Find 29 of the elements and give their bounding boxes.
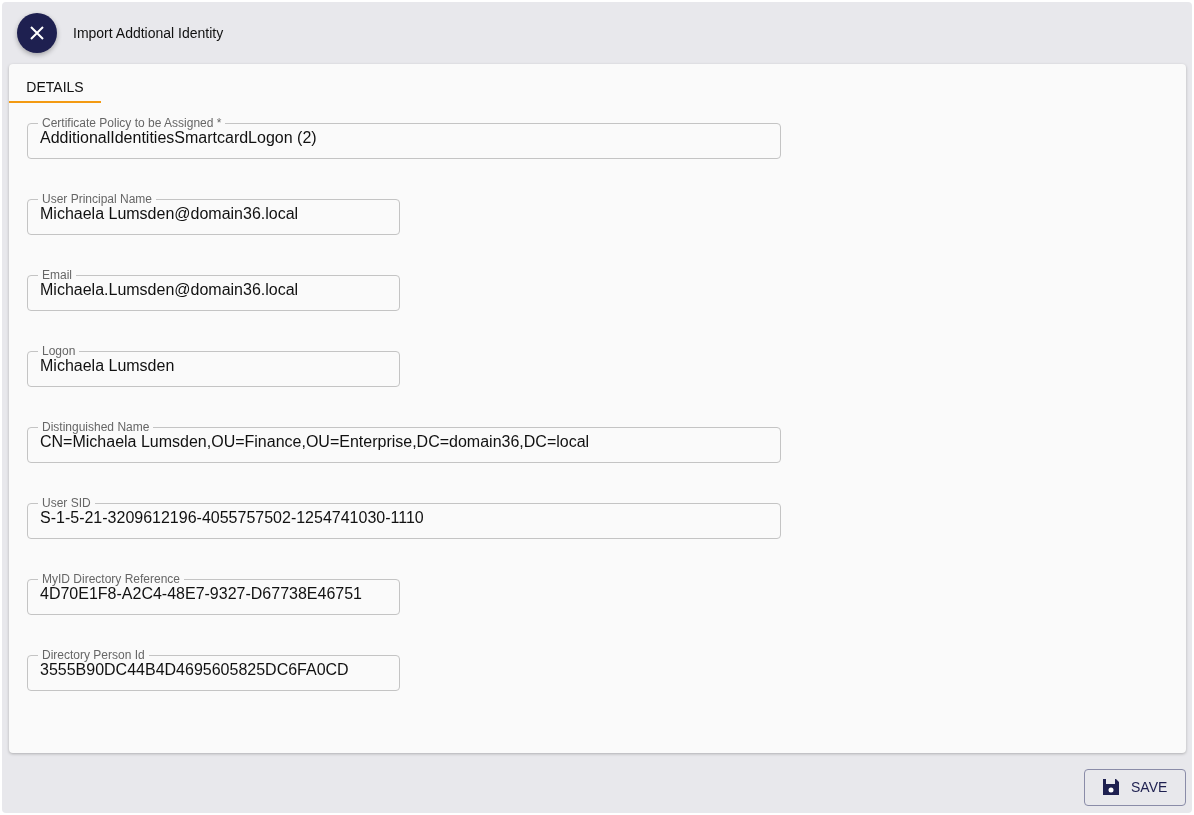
close-button[interactable] — [17, 13, 57, 53]
field-input[interactable]: S-1-5-21-3209612196-4055757502-1254741030-1110 — [40, 509, 768, 531]
text-field[interactable]: Directory Person Id 3555B90DC44B4D4695605825DC6FA0CD — [27, 649, 400, 691]
field-input[interactable]: 3555B90DC44B4D4695605825DC6FA0CD — [40, 661, 387, 683]
field-input[interactable]: CN=Michaela Lumsden,OU=Finance,OU=Enterprise,DC=domain36,DC=local — [40, 433, 768, 455]
text-field[interactable]: Certificate Policy to be Assigned * AdditionalIdentitiesSmartcardLogon (2) — [27, 117, 781, 159]
field-label: Logon — [41, 345, 77, 357]
text-field[interactable]: Distinguished Name CN=Michaela Lumsden,OU=Finance,OU=Enterprise,DC=domain36,DC=local — [27, 421, 781, 463]
text-field[interactable]: Logon Michaela Lumsden — [27, 345, 400, 387]
field-input[interactable]: Michaela Lumsden — [40, 357, 387, 379]
field-label: User Principal Name — [41, 193, 154, 205]
field-label: Directory Person Id — [41, 649, 146, 661]
field-label: User SID — [41, 497, 92, 509]
field-input[interactable]: AdditionalIdentitiesSmartcardLogon (2) — [40, 129, 768, 151]
tab[interactable]: DETAILS — [9, 72, 101, 103]
field-label: Email — [41, 269, 73, 281]
text-field[interactable]: User Principal Name Michaela Lumsden@domain36.local — [27, 193, 400, 235]
text-field[interactable]: User SID S-1-5-21-3209612196-4055757502-1254741030-1110 — [27, 497, 781, 539]
save-button[interactable]: SAVE — [1084, 768, 1186, 806]
field-label: MyID Directory Reference — [41, 573, 182, 585]
text-field[interactable]: MyID Directory Reference 4D70E1F8-A2C4-48E7-9327-D67738E46751 — [27, 573, 400, 615]
field-label: Certificate Policy to be Assigned * — [41, 117, 223, 129]
dialog-title: Import Addtional Identity — [73, 25, 224, 41]
field-label: Distinguished Name — [41, 421, 151, 433]
text-field[interactable]: Email Michaela.Lumsden@domain36.local — [27, 269, 400, 311]
field-input[interactable]: Michaela.Lumsden@domain36.local — [40, 281, 387, 303]
field-input[interactable]: 4D70E1F8-A2C4-48E7-9327-D67738E46751 — [40, 585, 387, 607]
field-input[interactable]: Michaela Lumsden@domain36.local — [40, 205, 387, 227]
close-icon — [29, 25, 45, 41]
